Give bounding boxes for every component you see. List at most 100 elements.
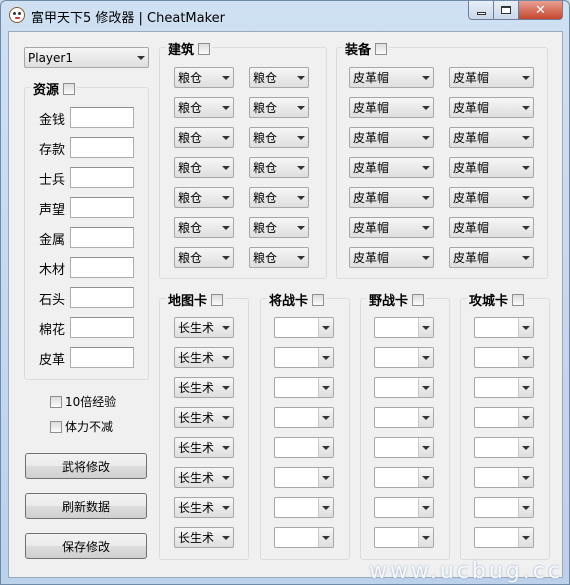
siege-cards-checkbox[interactable] bbox=[512, 293, 525, 306]
exp10x-option[interactable]: 10倍经验 bbox=[50, 393, 116, 410]
resource-label: 石头 bbox=[39, 293, 66, 308]
stamina-option[interactable]: 体力不减 bbox=[50, 418, 113, 435]
field-card-select[interactable] bbox=[374, 407, 434, 428]
general-card-select[interactable] bbox=[274, 317, 334, 338]
chevron-down-icon bbox=[293, 218, 308, 237]
building-select[interactable]: 粮仓 bbox=[174, 247, 234, 268]
save-changes-button[interactable]: 保存修改 bbox=[25, 533, 147, 559]
resource-input[interactable] bbox=[70, 137, 134, 158]
building-select[interactable]: 粮仓 bbox=[174, 157, 234, 178]
equipment-select[interactable]: 皮革帽 bbox=[349, 187, 434, 208]
building-select[interactable]: 粮仓 bbox=[249, 157, 309, 178]
siege-card-select[interactable] bbox=[474, 317, 534, 338]
general-card-select[interactable] bbox=[274, 527, 334, 548]
close-button[interactable]: ✕ bbox=[519, 1, 563, 20]
building-select[interactable]: 粮仓 bbox=[174, 97, 234, 118]
siege-card-select[interactable] bbox=[474, 467, 534, 488]
equipment-select-value: 皮革帽 bbox=[353, 251, 390, 265]
watermark: www.ucbug.cc bbox=[368, 559, 563, 584]
equipment-select-value: 皮革帽 bbox=[453, 191, 490, 205]
chevron-down-icon bbox=[218, 318, 233, 337]
building-select-value: 粮仓 bbox=[253, 131, 278, 145]
chevron-down-icon bbox=[418, 218, 433, 237]
chevron-down-icon bbox=[218, 438, 233, 457]
app-panda-icon bbox=[9, 7, 25, 23]
field-card-select[interactable] bbox=[374, 497, 434, 518]
siege-card-select[interactable] bbox=[474, 407, 534, 428]
map-card-select[interactable]: 长生术 bbox=[174, 377, 234, 398]
equipment-select[interactable]: 皮革帽 bbox=[449, 187, 534, 208]
map-card-select[interactable]: 长生术 bbox=[174, 407, 234, 428]
equipment-select[interactable]: 皮革帽 bbox=[349, 127, 434, 148]
resource-input[interactable] bbox=[70, 287, 134, 308]
building-select-value: 粮仓 bbox=[178, 161, 203, 175]
field-card-select[interactable] bbox=[374, 467, 434, 488]
building-select[interactable]: 粮仓 bbox=[249, 247, 309, 268]
general-card-select[interactable] bbox=[274, 347, 334, 368]
resources-checkbox[interactable] bbox=[63, 82, 76, 95]
siege-card-select[interactable] bbox=[474, 377, 534, 398]
map-card-select[interactable]: 长生术 bbox=[174, 497, 234, 518]
equipment-select[interactable]: 皮革帽 bbox=[449, 67, 534, 88]
equipment-select[interactable]: 皮革帽 bbox=[349, 247, 434, 268]
equipment-select[interactable]: 皮革帽 bbox=[449, 97, 534, 118]
resource-input[interactable] bbox=[70, 107, 134, 128]
equipment-select[interactable]: 皮革帽 bbox=[449, 217, 534, 238]
field-card-select[interactable] bbox=[374, 347, 434, 368]
building-select[interactable]: 粮仓 bbox=[249, 67, 309, 88]
field-cards-checkbox[interactable] bbox=[412, 293, 425, 306]
siege-card-select[interactable] bbox=[474, 347, 534, 368]
equipment-select[interactable]: 皮革帽 bbox=[349, 157, 434, 178]
equipment-select[interactable]: 皮革帽 bbox=[349, 67, 434, 88]
stamina-checkbox[interactable] bbox=[50, 420, 62, 433]
general-card-select[interactable] bbox=[274, 467, 334, 488]
equipment-select[interactable]: 皮革帽 bbox=[349, 217, 434, 238]
map-card-select[interactable]: 长生术 bbox=[174, 347, 234, 368]
building-select[interactable]: 粮仓 bbox=[174, 67, 234, 88]
general-card-select[interactable] bbox=[274, 497, 334, 518]
field-card-select[interactable] bbox=[374, 317, 434, 338]
map-card-select[interactable]: 长生术 bbox=[174, 467, 234, 488]
equipment-checkbox[interactable] bbox=[375, 42, 388, 55]
player-select[interactable]: Player1 bbox=[24, 47, 149, 68]
general-card-select[interactable] bbox=[274, 437, 334, 458]
building-select[interactable]: 粮仓 bbox=[249, 127, 309, 148]
resource-input[interactable] bbox=[70, 197, 134, 218]
building-select[interactable]: 粮仓 bbox=[249, 217, 309, 238]
field-card-select[interactable] bbox=[374, 527, 434, 548]
building-select[interactable]: 粮仓 bbox=[249, 187, 309, 208]
general-card-select[interactable] bbox=[274, 407, 334, 428]
map-card-select[interactable]: 长生术 bbox=[174, 527, 234, 548]
resource-input[interactable] bbox=[70, 317, 134, 338]
equipment-select[interactable]: 皮革帽 bbox=[449, 247, 534, 268]
general-card-select[interactable] bbox=[274, 377, 334, 398]
buildings-checkbox[interactable] bbox=[198, 42, 211, 55]
building-select[interactable]: 粮仓 bbox=[174, 217, 234, 238]
equipment-select[interactable]: 皮革帽 bbox=[449, 157, 534, 178]
maximize-button[interactable] bbox=[494, 1, 519, 20]
exp10x-checkbox[interactable] bbox=[50, 395, 62, 408]
title-bar[interactable]: 富甲天下5 修改器 | CheatMaker ✕ bbox=[1, 1, 569, 29]
building-select[interactable]: 粮仓 bbox=[249, 97, 309, 118]
siege-card-select[interactable] bbox=[474, 497, 534, 518]
general-edit-button[interactable]: 武将修改 bbox=[25, 453, 147, 479]
equipment-select[interactable]: 皮革帽 bbox=[449, 127, 534, 148]
general-cards-checkbox[interactable] bbox=[312, 293, 325, 306]
siege-card-select[interactable] bbox=[474, 437, 534, 458]
map-cards-checkbox[interactable] bbox=[211, 293, 224, 306]
minimize-button[interactable] bbox=[468, 1, 494, 20]
map-card-select[interactable]: 长生术 bbox=[174, 437, 234, 458]
building-select-value: 粮仓 bbox=[178, 191, 203, 205]
resource-input[interactable] bbox=[70, 227, 134, 248]
refresh-data-button[interactable]: 刷新数据 bbox=[25, 493, 147, 519]
siege-card-select[interactable] bbox=[474, 527, 534, 548]
equipment-select[interactable]: 皮革帽 bbox=[349, 97, 434, 118]
resource-input[interactable] bbox=[70, 167, 134, 188]
field-card-select[interactable] bbox=[374, 377, 434, 398]
map-card-select[interactable]: 长生术 bbox=[174, 317, 234, 338]
resource-input[interactable] bbox=[70, 347, 134, 368]
resource-input[interactable] bbox=[70, 257, 134, 278]
building-select[interactable]: 粮仓 bbox=[174, 127, 234, 148]
field-card-select[interactable] bbox=[374, 437, 434, 458]
building-select[interactable]: 粮仓 bbox=[174, 187, 234, 208]
